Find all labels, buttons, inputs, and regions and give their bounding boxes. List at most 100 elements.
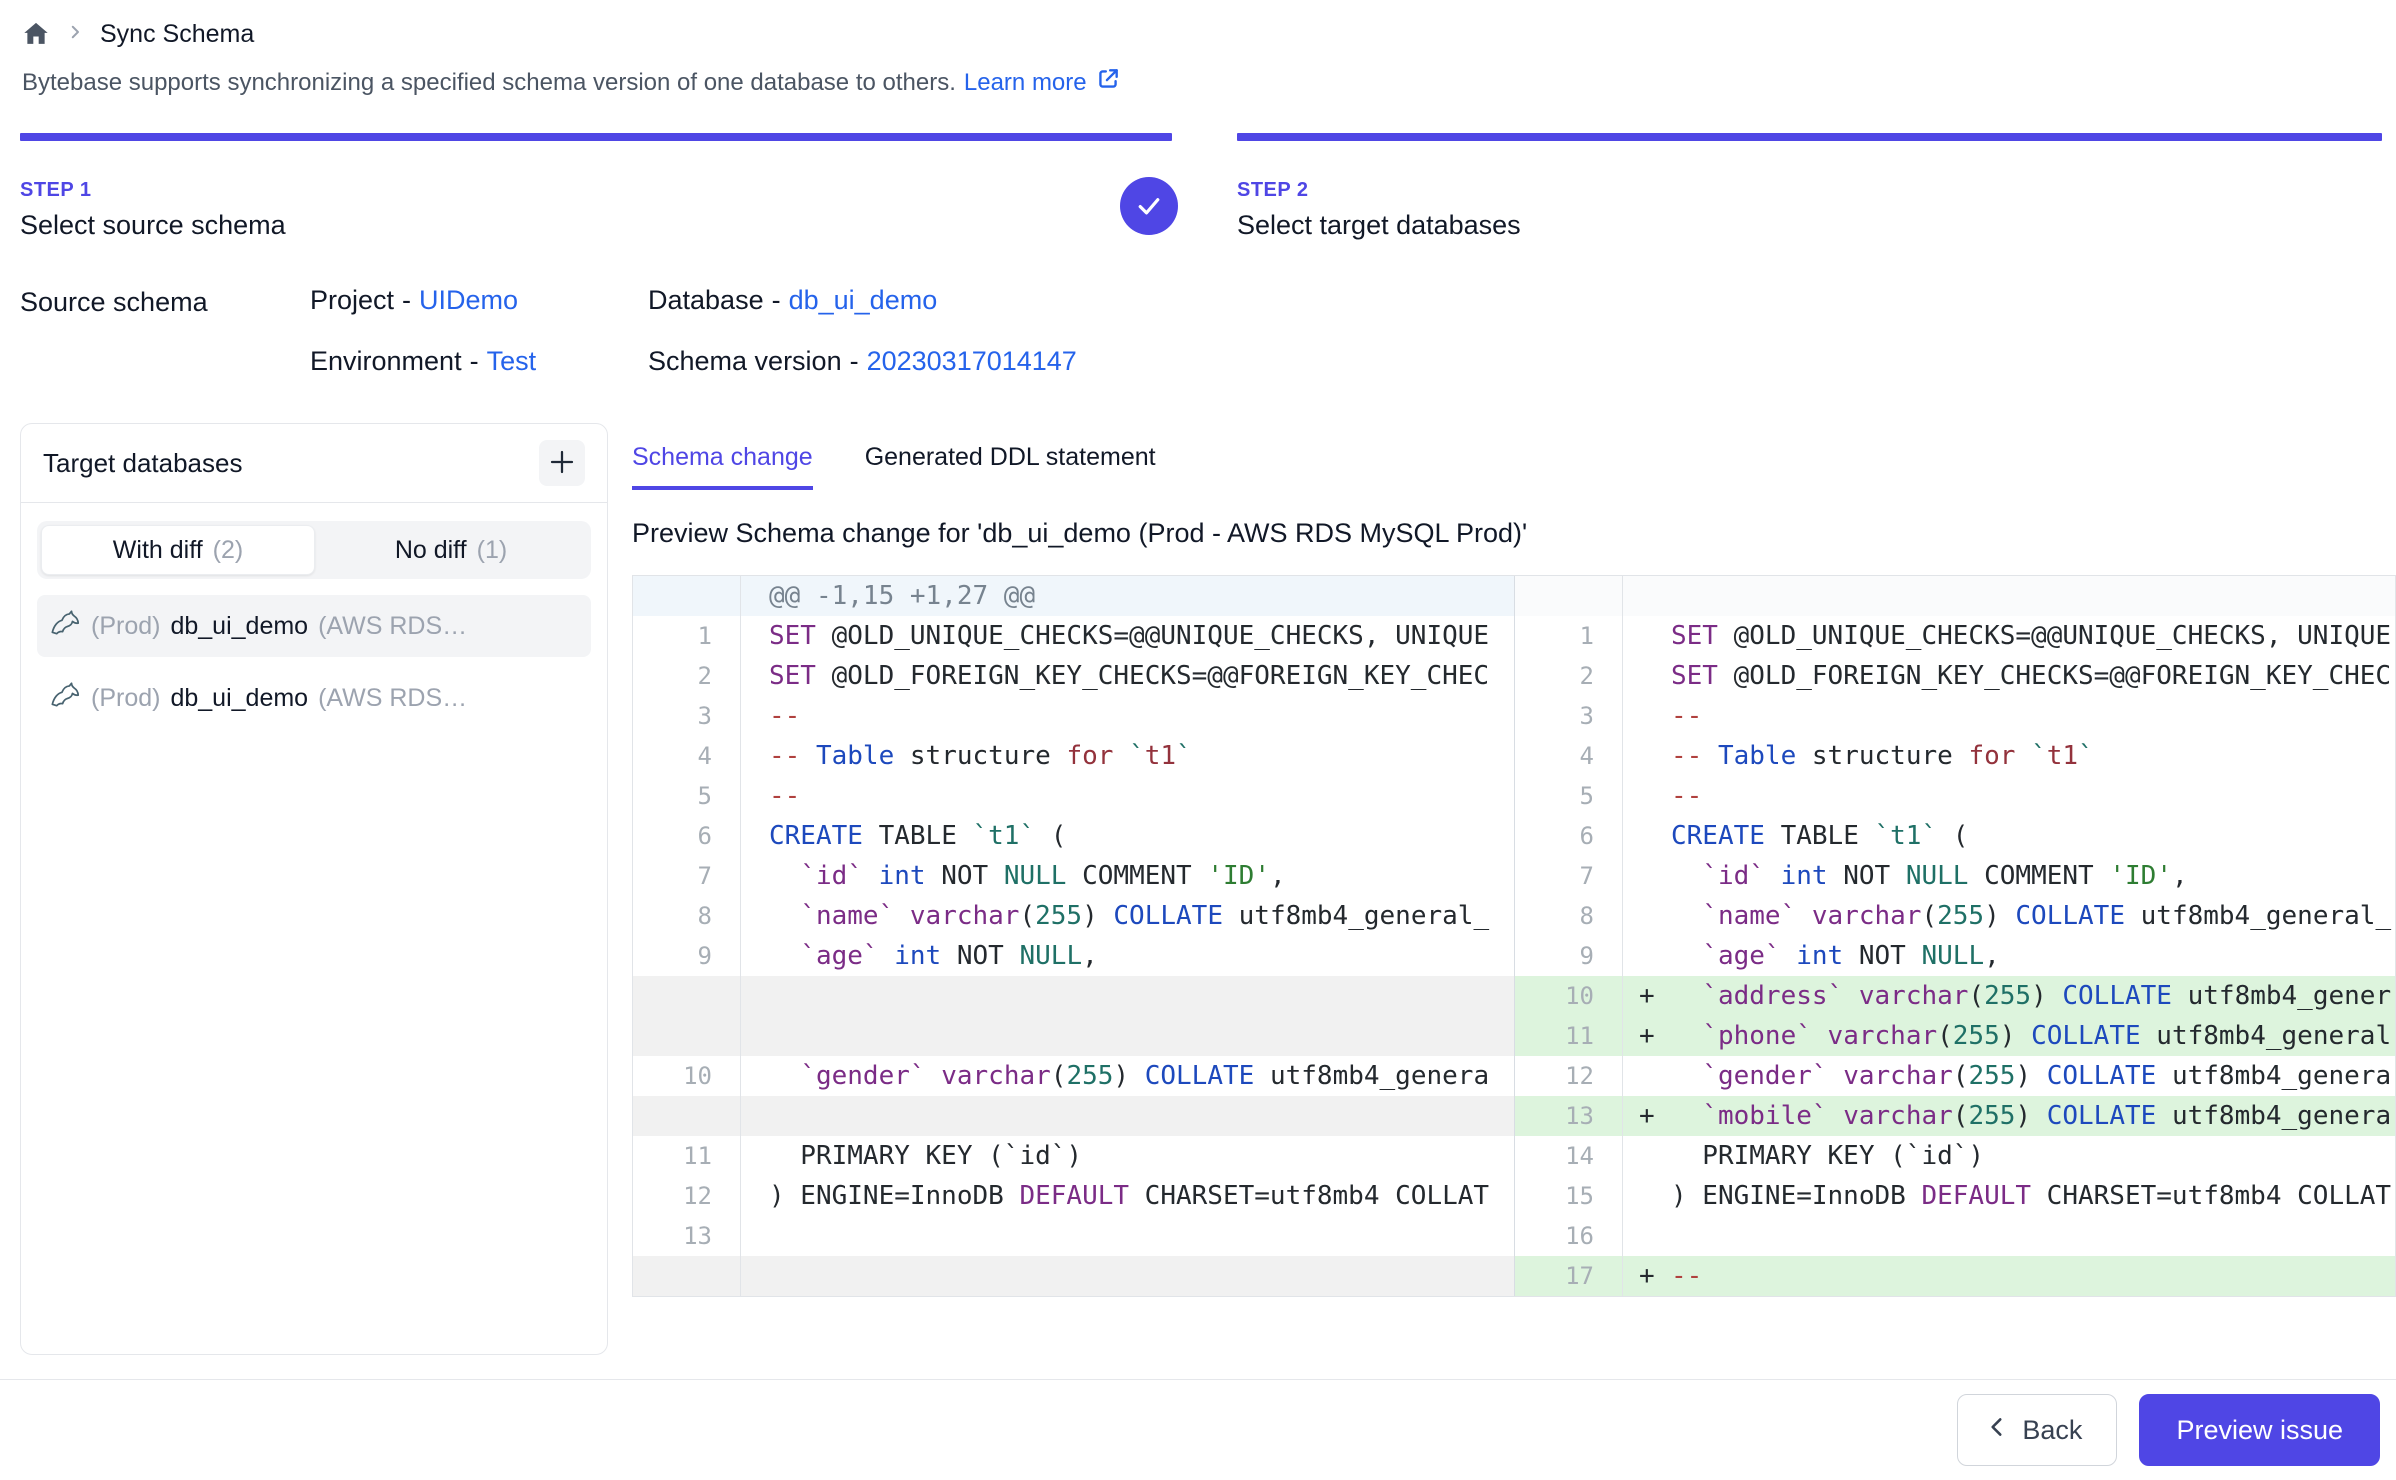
code-line: `name` varchar(255) COLLATE utf8mb4_gene… bbox=[1623, 896, 2395, 936]
diff-line: 4 -- Table structure for `t1` bbox=[1515, 736, 2395, 776]
code-line: `gender` varchar(255) COLLATE utf8mb4_ge… bbox=[1623, 1056, 2395, 1096]
line-number: 7 bbox=[633, 856, 741, 896]
code-line: ) ENGINE=InnoDB DEFAULT CHARSET=utf8mb4 … bbox=[741, 1176, 1514, 1216]
line-number: 11 bbox=[633, 1136, 741, 1176]
step-2-label: STEP 2 bbox=[1237, 179, 2382, 202]
code-line: + `phone` varchar(255) COLLATE utf8mb4_g… bbox=[1623, 1016, 2395, 1056]
diff-line: 10+ `address` varchar(255) COLLATE utf8m… bbox=[1515, 976, 2395, 1016]
line-number: 8 bbox=[633, 896, 741, 936]
diff-line: 12 `gender` varchar(255) COLLATE utf8mb4… bbox=[1515, 1056, 2395, 1096]
mysql-icon bbox=[49, 679, 81, 718]
code-line: -- Table structure for `t1` bbox=[1623, 736, 2395, 776]
chevron-left-icon bbox=[1984, 1414, 2010, 1447]
line-number: 3 bbox=[633, 696, 741, 736]
line-number: 3 bbox=[1515, 696, 1623, 736]
no-diff-count: (1) bbox=[477, 536, 508, 565]
source-environment-field: Environment-Test bbox=[310, 346, 648, 377]
preview-tabs: Schema change Generated DDL statement bbox=[632, 443, 2396, 490]
target-database-list: (Prod) db_ui_demo (AWS RDS MySQL Prod) (… bbox=[21, 585, 607, 739]
footer-actions: Back Preview issue bbox=[0, 1394, 2396, 1466]
diff-add-marker bbox=[1639, 656, 1671, 696]
code-line: + `mobile` varchar(255) COLLATE utf8mb4_… bbox=[1623, 1096, 2395, 1136]
target-databases-panel: Target databases With diff (2) No diff (… bbox=[20, 423, 608, 1355]
code-line: `id` int NOT NULL COMMENT 'ID', bbox=[741, 856, 1514, 896]
line-number: 7 bbox=[1515, 856, 1623, 896]
diff-add-marker bbox=[1639, 736, 1671, 776]
footer-divider bbox=[0, 1379, 2396, 1380]
add-target-database-button[interactable] bbox=[539, 440, 585, 486]
source-database-field: Database-db_ui_demo bbox=[648, 285, 1077, 316]
diff-line: 14 PRIMARY KEY (`id`) bbox=[1515, 1136, 2395, 1176]
step-2: STEP 2 Select target databases bbox=[1237, 133, 2382, 241]
home-icon[interactable] bbox=[22, 20, 50, 48]
diff-line: 5-- bbox=[633, 776, 1514, 816]
line-number bbox=[633, 576, 741, 616]
diff-line: 4-- Table structure for `t1` bbox=[633, 736, 1514, 776]
diff-line: 2SET @OLD_FOREIGN_KEY_CHECKS=@@FOREIGN_K… bbox=[633, 656, 1514, 696]
project-link[interactable]: UIDemo bbox=[419, 285, 518, 315]
code-line: `id` int NOT NULL COMMENT 'ID', bbox=[1623, 856, 2395, 896]
diff-add-marker bbox=[1639, 856, 1671, 896]
code-line: -- bbox=[1623, 696, 2395, 736]
diff-line bbox=[1515, 576, 2395, 616]
sync-schema-page: Sync Schema Bytebase supports synchroniz… bbox=[0, 0, 2396, 1480]
tab-generated-ddl[interactable]: Generated DDL statement bbox=[865, 443, 1156, 490]
diff-line: 7 `id` int NOT NULL COMMENT 'ID', bbox=[633, 856, 1514, 896]
page-title: Sync Schema bbox=[100, 20, 254, 49]
diff-line bbox=[633, 1096, 1514, 1136]
diff-line: 11+ `phone` varchar(255) COLLATE utf8mb4… bbox=[1515, 1016, 2395, 1056]
diff-add-marker bbox=[1639, 1176, 1671, 1216]
diff-line: 7 `id` int NOT NULL COMMENT 'ID', bbox=[1515, 856, 2395, 896]
line-number bbox=[633, 976, 741, 1016]
target-databases-title: Target databases bbox=[43, 448, 242, 479]
database-list-item[interactable]: (Prod) db_ui_demo (AWS RDS MySQL Prod) bbox=[37, 595, 591, 657]
diff-add-marker bbox=[1639, 696, 1671, 736]
diff-line: 17+-- bbox=[1515, 1256, 2395, 1296]
code-line bbox=[1623, 1216, 2395, 1256]
line-number: 5 bbox=[633, 776, 741, 816]
schema-preview-section: Schema change Generated DDL statement Pr… bbox=[632, 423, 2396, 1355]
line-number: 17 bbox=[1515, 1256, 1623, 1296]
preview-title: Preview Schema change for 'db_ui_demo (P… bbox=[632, 518, 2396, 549]
diff-add-marker: + bbox=[1639, 976, 1671, 1016]
line-number: 6 bbox=[633, 816, 741, 856]
diff-line: 16 bbox=[1515, 1216, 2395, 1256]
diff-add-marker: + bbox=[1639, 1096, 1671, 1136]
database-link[interactable]: db_ui_demo bbox=[789, 285, 938, 315]
environment-link[interactable]: Test bbox=[487, 346, 537, 376]
code-line: @@ -1,15 +1,27 @@ bbox=[741, 576, 1514, 616]
preview-issue-button[interactable]: Preview issue bbox=[2139, 1394, 2380, 1466]
back-button[interactable]: Back bbox=[1957, 1394, 2117, 1466]
code-line: `name` varchar(255) COLLATE utf8mb4_gene… bbox=[741, 896, 1514, 936]
database-list-item[interactable]: (Prod) db_ui_demo (AWS RDS MySQL Prod) bbox=[37, 667, 591, 729]
diff-line: 5 -- bbox=[1515, 776, 2395, 816]
learn-more-link[interactable]: Learn more bbox=[964, 66, 1121, 99]
schema-diff-viewer[interactable]: @@ -1,15 +1,27 @@1SET @OLD_UNIQUE_CHECKS… bbox=[632, 575, 2396, 1297]
line-number bbox=[633, 1096, 741, 1136]
external-link-icon bbox=[1095, 66, 1121, 99]
step-complete-icon bbox=[1120, 177, 1178, 235]
intro-text-row: Bytebase supports synchronizing a specif… bbox=[22, 66, 2376, 99]
with-diff-count: (2) bbox=[213, 536, 244, 565]
code-line: +-- bbox=[1623, 1256, 2395, 1296]
diff-line: 9 `age` int NOT NULL, bbox=[1515, 936, 2395, 976]
line-number bbox=[633, 1016, 741, 1056]
breadcrumb-chevron-icon bbox=[66, 23, 84, 46]
tab-with-diff[interactable]: With diff (2) bbox=[41, 525, 315, 575]
diff-line: 6 CREATE TABLE `t1` ( bbox=[1515, 816, 2395, 856]
diff-line: 6CREATE TABLE `t1` ( bbox=[633, 816, 1514, 856]
code-line: -- bbox=[741, 776, 1514, 816]
diff-line: @@ -1,15 +1,27 @@ bbox=[633, 576, 1514, 616]
line-number bbox=[633, 1256, 741, 1296]
schema-version-link[interactable]: 20230317014147 bbox=[867, 346, 1077, 376]
code-line: PRIMARY KEY (`id`) bbox=[741, 1136, 1514, 1176]
tab-schema-change[interactable]: Schema change bbox=[632, 443, 813, 490]
tab-no-diff[interactable]: No diff (1) bbox=[315, 525, 587, 575]
diff-line: 10 `gender` varchar(255) COLLATE utf8mb4… bbox=[633, 1056, 1514, 1096]
code-line bbox=[741, 1216, 1514, 1256]
code-line: SET @OLD_FOREIGN_KEY_CHECKS=@@FOREIGN_KE… bbox=[1623, 656, 2395, 696]
line-number: 1 bbox=[633, 616, 741, 656]
line-number: 9 bbox=[1515, 936, 1623, 976]
diff-add-marker: + bbox=[1639, 1016, 1671, 1056]
code-line: SET @OLD_FOREIGN_KEY_CHECKS=@@FOREIGN_KE… bbox=[741, 656, 1514, 696]
